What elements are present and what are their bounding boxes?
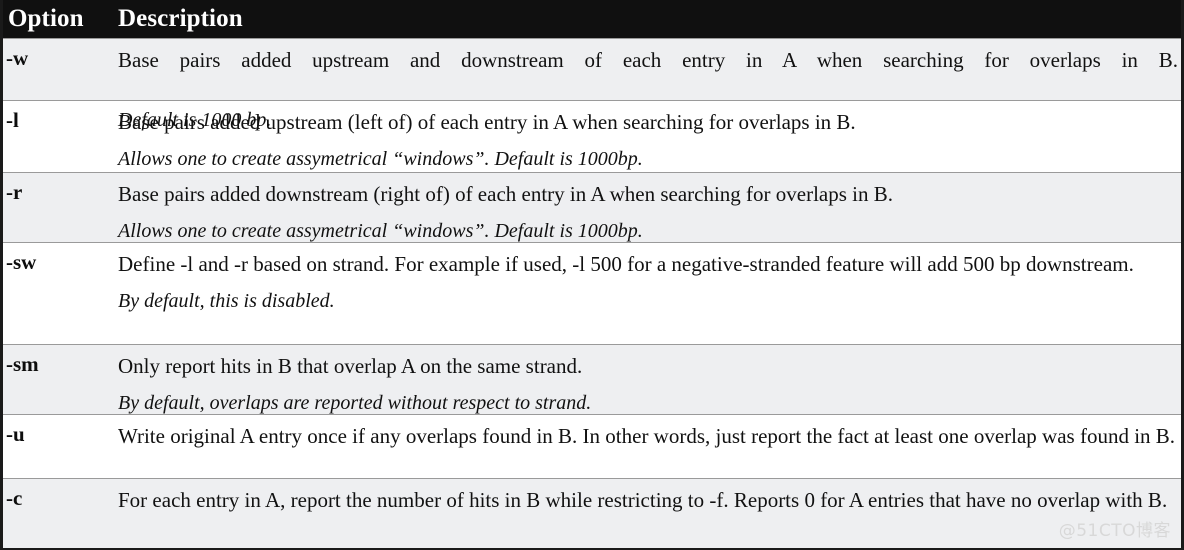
option-description-text: Base pairs added upstream and downstream… — [118, 48, 1178, 72]
table-header-row: Option Description — [3, 0, 1181, 38]
option-name: -l — [6, 108, 19, 132]
table-row: -w Base pairs added upstream and downstr… — [3, 38, 1181, 131]
option-description-text: For each entry in A, report the number o… — [118, 488, 1168, 512]
option-name: -c — [6, 486, 23, 510]
column-header-option: Option — [8, 5, 84, 32]
option-description-text: Define -l and -r based on strand. For ex… — [118, 252, 1134, 276]
option-description-cell: Write original A entry once if any overl… — [118, 415, 1181, 456]
table-row: -sm Only report hits in B that overlap A… — [3, 344, 1181, 414]
option-name: -u — [6, 422, 25, 446]
option-name: -sm — [6, 352, 39, 376]
option-description-cell: Base pairs added upstream (left of) of e… — [118, 101, 1181, 179]
column-header-description: Description — [118, 5, 243, 32]
option-description-text: Only report hits in B that overlap A on … — [118, 354, 583, 378]
table-row: -l Base pairs added upstream (left of) o… — [3, 100, 1181, 172]
option-description-text: Base pairs added upstream (left of) of e… — [118, 110, 856, 134]
option-default-note: By default, overlaps are reported withou… — [118, 392, 592, 414]
table-row: -r Base pairs added downstream (right of… — [3, 172, 1181, 242]
table-row: -c For each entry in A, report the numbe… — [3, 478, 1181, 548]
option-description-text: Base pairs added downstream (right of) o… — [118, 182, 894, 206]
option-default-note: Allows one to create assymetrical “windo… — [118, 148, 643, 170]
option-description-cell: Base pairs added downstream (right of) o… — [118, 173, 1181, 251]
table-row: -u Write original A entry once if any ov… — [3, 414, 1181, 478]
option-description-cell: For each entry in A, report the number o… — [118, 479, 1181, 520]
option-description-cell: Define -l and -r based on strand. For ex… — [118, 243, 1181, 321]
option-name: -sw — [6, 250, 37, 274]
option-default-note: By default, this is disabled. — [118, 290, 335, 312]
table-row: -sw Define -l and -r based on strand. Fo… — [3, 242, 1181, 344]
options-table: Option Description -w Base pairs added u… — [0, 0, 1184, 550]
option-description-cell: Only report hits in B that overlap A on … — [118, 345, 1181, 423]
option-default-note: Allows one to create assymetrical “windo… — [118, 220, 643, 242]
option-description-text: Write original A entry once if any overl… — [118, 424, 1176, 448]
option-name: -w — [6, 46, 29, 70]
option-name: -r — [6, 180, 23, 204]
